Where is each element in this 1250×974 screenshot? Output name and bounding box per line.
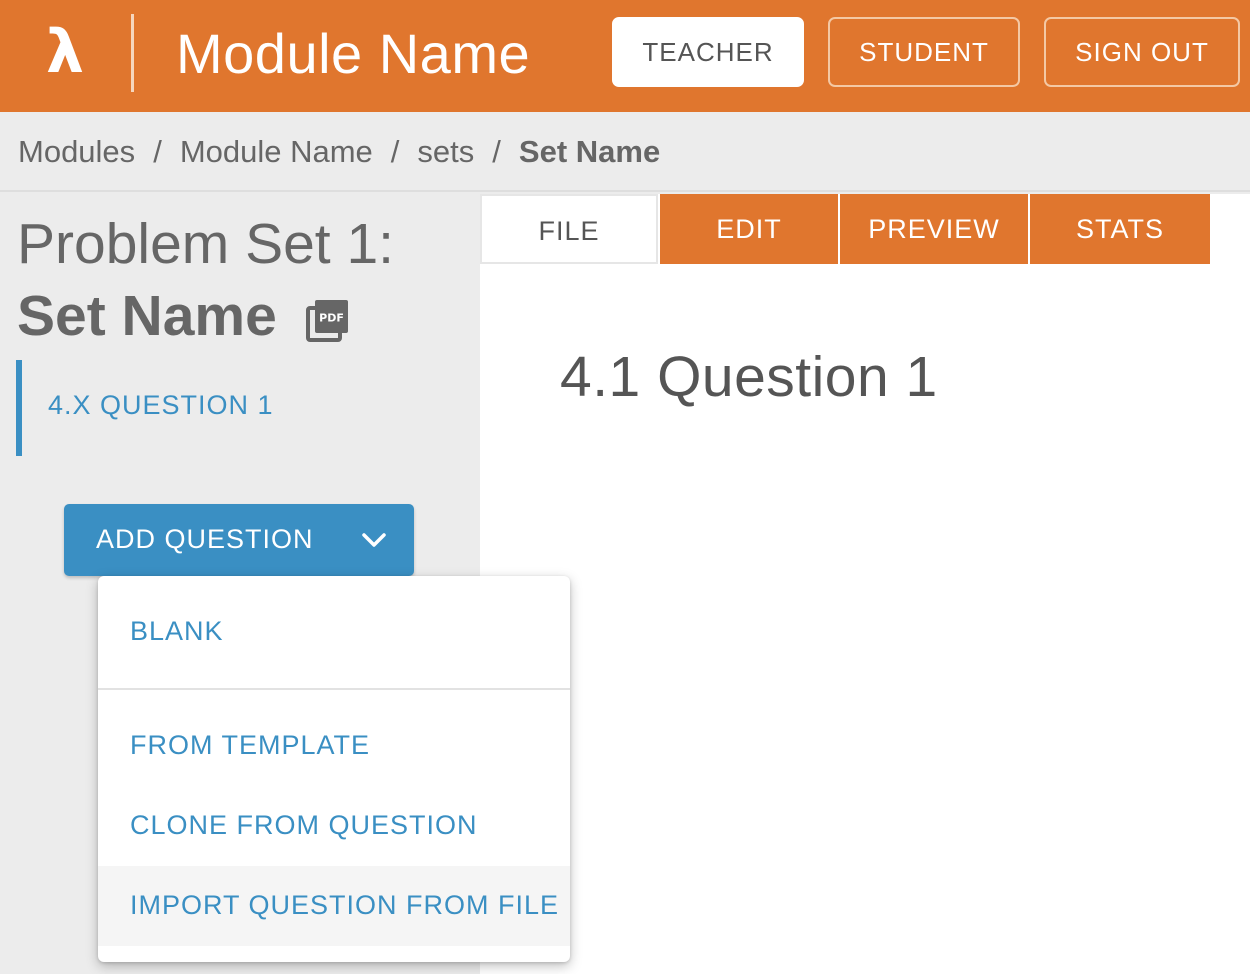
breadcrumb-sets[interactable]: sets: [417, 134, 474, 169]
breadcrumb-module-name[interactable]: Module Name: [180, 134, 373, 169]
menu-divider: [98, 688, 570, 690]
tab-file[interactable]: FILE: [480, 194, 658, 264]
sidebar-question-item[interactable]: 4.X QUESTION 1: [16, 360, 456, 456]
question-heading: 4.1 Question 1: [560, 345, 938, 409]
question-item-label: 4.X QUESTION 1: [48, 390, 274, 420]
set-title-line2: Set Name: [17, 284, 277, 348]
breadcrumb-separator: /: [492, 134, 501, 169]
add-question-label: ADD QUESTION: [96, 524, 314, 554]
menu-item-label: CLONE FROM QUESTION: [130, 810, 478, 840]
module-title: Module Name: [176, 22, 531, 85]
lambda-logo-icon[interactable]: λ: [46, 20, 96, 84]
breadcrumb-separator: /: [390, 134, 400, 169]
tab-edit[interactable]: EDIT: [660, 194, 838, 264]
student-button[interactable]: STUDENT: [828, 17, 1020, 87]
menu-item-blank[interactable]: BLANK: [98, 576, 570, 688]
tab-bar: FILE EDIT PREVIEW STATS: [480, 194, 1210, 264]
editor-panel: FILE EDIT PREVIEW STATS 4.1 Question 1: [480, 194, 1250, 974]
svg-text:PDF: PDF: [319, 312, 344, 325]
chevron-down-icon: [362, 533, 386, 547]
top-app-bar: λ Module Name TEACHER STUDENT SIGN OUT: [0, 0, 1250, 112]
set-title-line1: Problem Set 1:: [17, 212, 395, 276]
add-question-button[interactable]: ADD QUESTION: [64, 504, 414, 576]
logo-divider: [131, 14, 134, 92]
menu-item-clone-from-question[interactable]: CLONE FROM QUESTION: [98, 784, 570, 864]
tab-preview[interactable]: PREVIEW: [840, 194, 1028, 264]
pdf-icon[interactable]: PDF: [306, 298, 350, 342]
breadcrumb-modules[interactable]: Modules: [18, 134, 135, 169]
add-question-menu: BLANK FROM TEMPLATE CLONE FROM QUESTION …: [98, 576, 570, 962]
breadcrumb: Modules / Module Name / sets / Set Name: [0, 112, 1250, 192]
menu-item-label: FROM TEMPLATE: [130, 730, 371, 760]
teacher-button[interactable]: TEACHER: [612, 17, 804, 87]
tab-stats[interactable]: STATS: [1030, 194, 1210, 264]
menu-item-label: IMPORT QUESTION FROM FILE: [130, 890, 560, 920]
breadcrumb-separator: /: [153, 134, 162, 169]
sign-out-button[interactable]: SIGN OUT: [1044, 17, 1240, 87]
menu-item-import-from-file[interactable]: IMPORT QUESTION FROM FILE: [98, 866, 570, 946]
breadcrumb-current: Set Name: [518, 134, 661, 169]
menu-item-from-template[interactable]: FROM TEMPLATE: [98, 704, 570, 784]
menu-item-label: BLANK: [130, 616, 224, 646]
